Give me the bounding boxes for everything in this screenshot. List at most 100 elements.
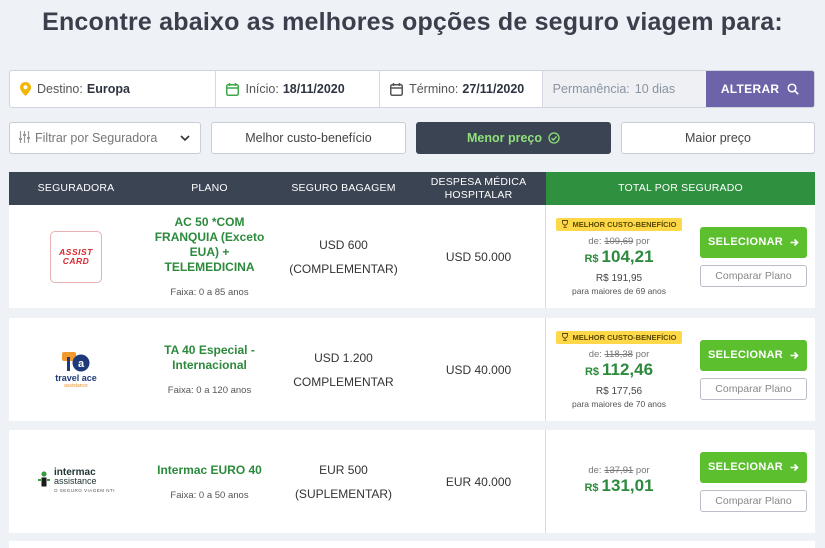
- inicio-label: Início:: [245, 82, 279, 96]
- current-price: 131,01: [601, 476, 654, 495]
- select-label: SELECIONAR: [707, 461, 784, 473]
- search-summary-bar: Destino: Europa Início: 18/11/2020 Térmi…: [9, 70, 815, 108]
- select-plan-button[interactable]: SELECIONAR: [700, 451, 807, 483]
- header-seguradora: SEGURADORA: [9, 172, 143, 205]
- sliders-icon: [18, 130, 31, 146]
- best-value-badge: MELHOR CUSTO-BENEFÍCIO: [556, 217, 682, 231]
- intermac-logo: intermac assistance O SEGURO VIAGEM NTI: [37, 468, 115, 495]
- compare-plan-button[interactable]: Comparar Plano: [700, 489, 807, 512]
- logo-tagline: O SEGURO VIAGEM NTI: [53, 488, 115, 493]
- plan-cell: TA 40 Especial - Internacional Faixa: 0 …: [143, 318, 276, 421]
- currency-label: R$: [584, 365, 599, 378]
- header-seguro-bagagem: SEGURO BAGAGEM: [276, 172, 411, 205]
- current-price: 104,21: [601, 246, 654, 266]
- svg-text:a: a: [78, 358, 85, 370]
- logo-subtext: assistance: [64, 383, 88, 389]
- plan-name: TA 40 Especial - Internacional: [164, 343, 255, 372]
- sort-maior-preco-label: Maior preço: [685, 131, 751, 145]
- logo-text: travel ace: [55, 373, 97, 383]
- sort-menor-preco-label: Menor preço: [466, 131, 542, 145]
- header-plano: PLANO: [143, 172, 276, 205]
- inicio-field[interactable]: Início: 18/11/2020: [216, 71, 381, 107]
- permanencia-value: 10 dias: [634, 82, 676, 96]
- plan-age-range: Faixa: 0 a 120 anos: [167, 385, 252, 396]
- trophy-icon: [561, 220, 569, 228]
- trophy-icon: [561, 333, 569, 341]
- action-cell: SELECIONAR Comparar Plano: [692, 205, 815, 308]
- search-icon: [787, 83, 800, 95]
- bagagem-type: (SUPLEMENTAR): [294, 486, 393, 501]
- permanencia-label: Permanência:: [552, 82, 630, 96]
- check-circle-icon: [548, 132, 560, 144]
- termino-field[interactable]: Término: 27/11/2020: [380, 71, 543, 107]
- bagagem-type: (COMPLEMENTAR): [289, 261, 398, 276]
- select-label: SELECIONAR: [707, 236, 784, 248]
- table-row: a travel ace assistance TA 40 Especial -…: [9, 318, 815, 421]
- currency-label: R$: [584, 482, 599, 494]
- bagagem-value: USD 600: [319, 237, 368, 252]
- bagagem-cell: USD 1.200 COMPLEMENTAR: [276, 318, 411, 421]
- plan-age-range: Faixa: 0 a 85 anos: [170, 287, 249, 298]
- despesa-cell: EUR 40.000: [411, 430, 546, 533]
- badge-label: MELHOR CUSTO-BENEFÍCIO: [572, 219, 677, 229]
- sort-melhor-custo-button[interactable]: Melhor custo-benefício: [211, 122, 406, 154]
- bagagem-cell: EUR 500 (SUPLEMENTAR): [276, 430, 411, 533]
- travel-ace-mark-icon: a: [61, 350, 90, 374]
- alterar-button[interactable]: ALTERAR: [706, 71, 814, 107]
- por-label: por: [635, 235, 650, 247]
- select-label: SELECIONAR: [707, 349, 784, 361]
- inicio-value: 18/11/2020: [282, 82, 345, 96]
- bagagem-value: USD 1.200: [314, 350, 373, 365]
- sort-maior-preco-button[interactable]: Maior preço: [621, 122, 815, 154]
- select-plan-button[interactable]: SELECIONAR: [700, 226, 807, 258]
- price-cell: MELHOR CUSTO-BENEFÍCIO de: 118,38 por R$…: [546, 318, 692, 421]
- bagagem-value: EUR 500: [319, 462, 368, 477]
- senior-price: R$ 191,95: [595, 272, 643, 284]
- original-price: 109,69: [604, 235, 634, 247]
- action-cell: SELECIONAR Comparar Plano: [692, 318, 815, 421]
- bagagem-cell: USD 600 (COMPLEMENTAR): [276, 205, 411, 308]
- de-label: de:: [588, 348, 602, 360]
- insurer-logo-cell: ASSIST CARD: [9, 205, 143, 308]
- seguradora-filter-label: Filtrar por Seguradora: [35, 131, 158, 145]
- table-row: intermac assistance O SEGURO VIAGEM NTI …: [9, 430, 815, 533]
- de-label: de:: [588, 465, 602, 476]
- page-title: Encontre abaixo as melhores opções de se…: [42, 8, 783, 36]
- plan-age-range: Faixa: 0 a 50 anos: [170, 489, 249, 501]
- price-cell: de: 137,91 por R$ 131,01: [546, 430, 692, 533]
- arrow-right-icon: [790, 238, 799, 247]
- assist-card-logo: ASSIST CARD: [50, 230, 102, 283]
- bagagem-type: COMPLEMENTAR: [293, 374, 394, 389]
- original-price: 137,91: [604, 465, 634, 476]
- table-row-partial: [9, 541, 815, 548]
- original-price: 118,38: [604, 348, 633, 360]
- sort-menor-preco-button[interactable]: Menor preço: [416, 122, 611, 154]
- currency-label: R$: [584, 252, 599, 265]
- select-plan-button[interactable]: SELECIONAR: [700, 339, 807, 371]
- plan-cell: Intermac EURO 40 Faixa: 0 a 50 anos: [143, 430, 276, 533]
- travel-ace-logo: a travel ace assistance: [55, 350, 97, 389]
- plan-cell: AC 50 *COM FRANQUIA (Exceto EUA) + TELEM…: [143, 205, 276, 308]
- destino-field[interactable]: Destino: Europa: [10, 71, 217, 107]
- current-price: 112,46: [602, 359, 654, 379]
- badge-label: MELHOR CUSTO-BENEFÍCIO: [572, 332, 677, 342]
- despesa-value: EUR 40.000: [445, 474, 512, 489]
- header-total-por-segurado: TOTAL POR SEGURADO: [546, 172, 815, 205]
- de-label: de:: [588, 235, 602, 247]
- permanencia-field: Permanência: 10 dias: [542, 71, 707, 107]
- despesa-cell: USD 40.000: [411, 318, 546, 421]
- compare-plan-button[interactable]: Comparar Plano: [700, 377, 807, 400]
- calendar-icon: [390, 82, 404, 96]
- location-pin-icon: [20, 82, 31, 96]
- best-value-badge: MELHOR CUSTO-BENEFÍCIO: [556, 330, 682, 344]
- header-despesa-medica: DESPESA MÉDICA HOSPITALAR: [411, 172, 546, 205]
- plan-name: Intermac EURO 40: [157, 462, 262, 477]
- sort-melhor-custo-label: Melhor custo-benefício: [245, 131, 372, 145]
- compare-plan-button[interactable]: Comparar Plano: [700, 264, 807, 287]
- header-despesa-line2: HOSPITALAR: [444, 188, 513, 201]
- seguradora-filter-select[interactable]: Filtrar por Seguradora: [9, 122, 201, 154]
- table-row: ASSIST CARD AC 50 *COM FRANQUIA (Exceto …: [9, 205, 815, 308]
- price-cell: MELHOR CUSTO-BENEFÍCIO de: 109,69 por R$…: [546, 205, 692, 308]
- senior-price-note: para maiores de 69 anos: [571, 285, 667, 296]
- termino-value: 27/11/2020: [462, 82, 525, 96]
